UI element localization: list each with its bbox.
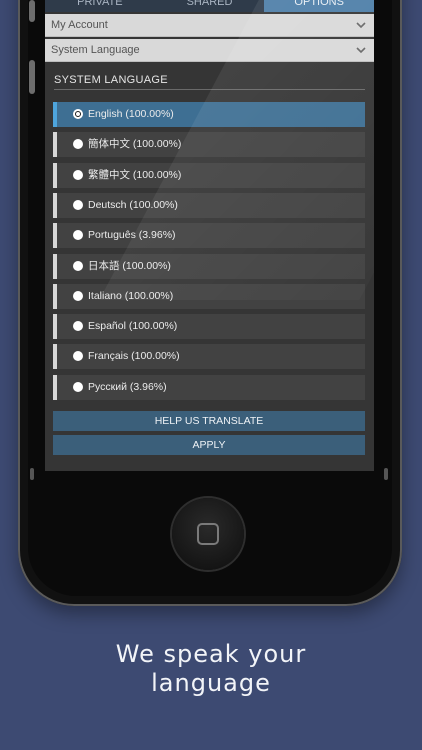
language-option-french[interactable]: Français (100.00%)	[53, 344, 365, 369]
language-option-spanish[interactable]: Español (100.00%)	[53, 314, 365, 339]
radio-icon	[73, 321, 83, 331]
language-label: Español (100.00%)	[88, 320, 178, 332]
language-label: Português (3.96%)	[88, 229, 176, 241]
radio-icon	[73, 170, 83, 180]
language-option-japanese[interactable]: 日本語 (100.00%)	[53, 254, 365, 279]
language-option-russian[interactable]: Русский (3.96%)	[53, 375, 365, 400]
tab-private[interactable]: PRIVATE	[45, 0, 155, 12]
apply-button[interactable]: APPLY	[53, 435, 365, 455]
home-button[interactable]	[172, 498, 244, 570]
language-option-english[interactable]: English (100.00%)	[53, 102, 365, 127]
language-label: 繁體中文 (100.00%)	[88, 169, 182, 181]
radio-selected-icon	[73, 109, 83, 119]
volume-button	[29, 60, 35, 94]
radio-icon	[73, 291, 83, 301]
language-label: English (100.00%)	[88, 108, 174, 120]
language-option-portuguese[interactable]: Português (3.96%)	[53, 223, 365, 248]
radio-icon	[73, 351, 83, 361]
tab-bar: PRIVATE SHARED OPTIONS	[45, 0, 374, 12]
help-translate-button[interactable]: HELP US TRANSLATE	[53, 411, 365, 431]
tab-options[interactable]: OPTIONS	[264, 0, 374, 12]
system-language-dropdown[interactable]: System Language	[45, 39, 374, 62]
caption-line-2: language	[151, 669, 271, 697]
language-label: Deutsch (100.00%)	[88, 199, 178, 211]
language-option-traditional-chinese[interactable]: 繁體中文 (100.00%)	[53, 163, 365, 188]
language-option-german[interactable]: Deutsch (100.00%)	[53, 193, 365, 218]
language-option-italian[interactable]: Italiano (100.00%)	[53, 284, 365, 309]
language-option-simplified-chinese[interactable]: 簡体中文 (100.00%)	[53, 132, 365, 157]
section-title: SYSTEM LANGUAGE	[54, 74, 365, 90]
language-label: Italiano (100.00%)	[88, 290, 174, 302]
home-square-icon	[197, 523, 219, 545]
radio-icon	[73, 261, 83, 271]
language-label: Русский (3.96%)	[88, 381, 167, 393]
mute-switch	[29, 0, 35, 22]
radio-icon	[73, 382, 83, 392]
strap-mark-left	[30, 468, 34, 480]
my-account-dropdown[interactable]: My Account	[45, 14, 374, 37]
my-account-label: My Account	[51, 19, 108, 31]
chevron-down-icon	[356, 39, 366, 62]
strap-mark-right	[384, 468, 388, 480]
caption-line-1: We speak your	[115, 640, 307, 668]
language-label: 簡体中文 (100.00%)	[88, 138, 182, 150]
chevron-down-icon	[356, 14, 366, 37]
tab-shared[interactable]: SHARED	[154, 0, 265, 12]
system-language-label: System Language	[51, 44, 140, 56]
language-label: 日本語 (100.00%)	[88, 260, 171, 272]
marketing-caption: We speak your language	[0, 640, 422, 698]
radio-icon	[73, 139, 83, 149]
radio-icon	[73, 200, 83, 210]
phone-screen: PRIVATE SHARED OPTIONS My Account System…	[45, 0, 374, 471]
language-label: Français (100.00%)	[88, 350, 180, 362]
radio-icon	[73, 230, 83, 240]
